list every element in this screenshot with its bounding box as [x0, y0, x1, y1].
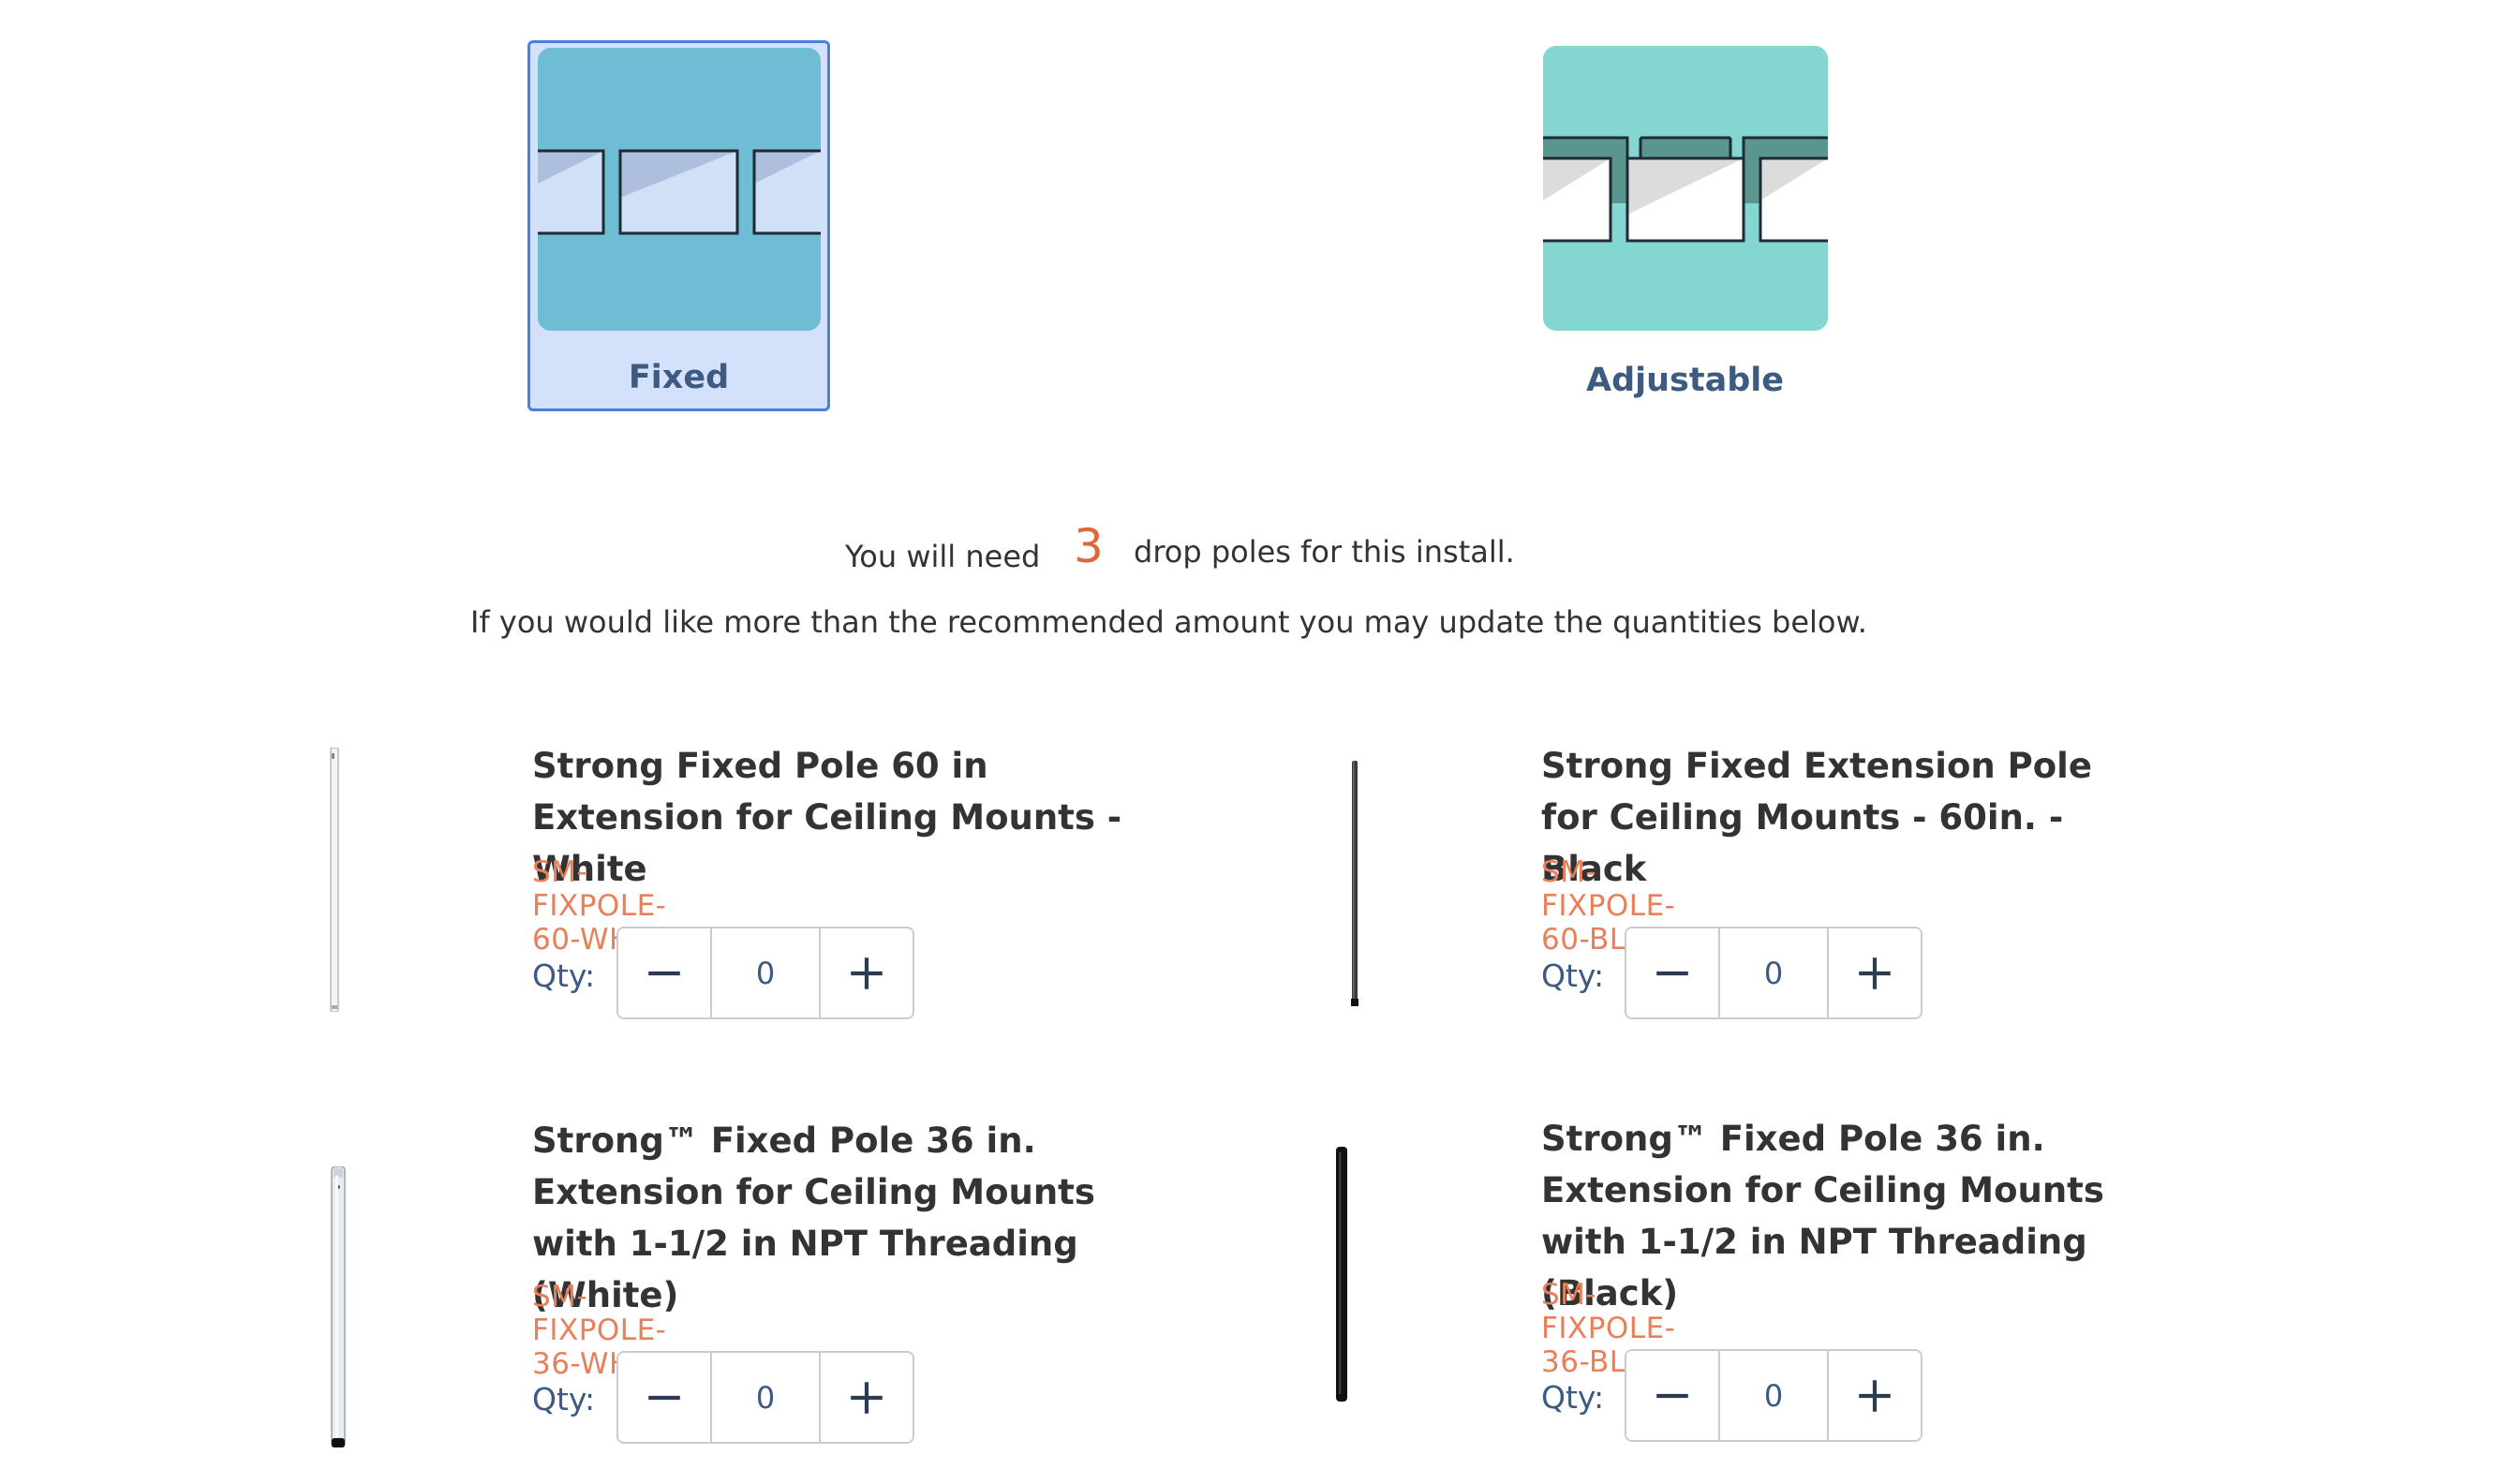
- decrement-button[interactable]: [1626, 928, 1718, 1017]
- quantity-input[interactable]: [710, 928, 821, 1017]
- adjustable-pole-diagram-icon: [1543, 46, 1828, 331]
- plus-icon: [851, 1381, 883, 1414]
- quantity-stepper: [616, 927, 914, 1019]
- quantity-input[interactable]: [1718, 928, 1829, 1017]
- black-pole-image: [1349, 761, 1360, 1011]
- recommended-pole-count: 3: [1074, 519, 1104, 573]
- quantity-stepper: [1625, 927, 1922, 1019]
- minus-icon: [1656, 971, 1688, 975]
- fixed-pole-diagram-icon: [538, 48, 821, 331]
- quantity-stepper: [1625, 1349, 1922, 1442]
- decrement-button[interactable]: [618, 1353, 710, 1442]
- increment-button[interactable]: [1829, 1351, 1921, 1440]
- white-pole-image: [329, 1165, 348, 1452]
- quantity-stepper: [616, 1351, 914, 1444]
- minus-icon: [1656, 1393, 1688, 1398]
- recommendation-suffix: drop poles for this install.: [1134, 534, 1515, 570]
- pole-type-fixed-option[interactable]: Fixed: [527, 40, 830, 411]
- minus-icon: [648, 1395, 680, 1400]
- pole-type-adjustable-option[interactable]: Adjustable: [1542, 45, 1828, 416]
- recommendation-note: If you would like more than the recommen…: [470, 604, 1867, 640]
- plus-icon: [1859, 1379, 1891, 1412]
- black-pole-image: [1332, 1147, 1351, 1406]
- increment-button[interactable]: [821, 1353, 913, 1442]
- quantity-input[interactable]: [1718, 1351, 1829, 1440]
- white-pole-image: [328, 747, 341, 1017]
- qty-label: Qty:: [532, 1381, 596, 1417]
- increment-button[interactable]: [821, 928, 913, 1017]
- increment-button[interactable]: [1829, 928, 1921, 1017]
- qty-label: Qty:: [532, 957, 596, 994]
- qty-label: Qty:: [1541, 1379, 1605, 1416]
- qty-label: Qty:: [1541, 957, 1605, 994]
- plus-icon: [851, 957, 883, 989]
- decrement-button[interactable]: [1626, 1351, 1718, 1440]
- recommendation-prefix: You will need: [845, 539, 1041, 574]
- minus-icon: [648, 971, 680, 975]
- quantity-input[interactable]: [710, 1353, 821, 1442]
- pole-type-fixed-label: Fixed: [628, 359, 730, 396]
- decrement-button[interactable]: [618, 928, 710, 1017]
- plus-icon: [1859, 957, 1891, 989]
- pole-type-adjustable-label: Adjustable: [1585, 362, 1785, 399]
